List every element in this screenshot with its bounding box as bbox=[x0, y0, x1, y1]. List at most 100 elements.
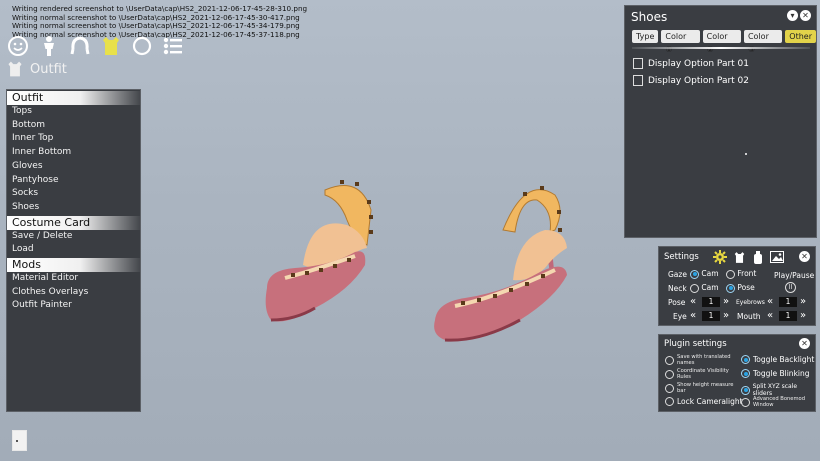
close-icon[interactable]: ✕ bbox=[799, 338, 810, 349]
toggle-radio[interactable] bbox=[665, 356, 674, 366]
eyebrows-prev-icon[interactable]: « bbox=[767, 297, 773, 307]
close-icon[interactable]: ✕ bbox=[799, 251, 810, 262]
hair-icon[interactable] bbox=[68, 34, 91, 57]
neck-label: Neck bbox=[668, 284, 687, 293]
tab-other[interactable]: Other bbox=[785, 30, 816, 43]
plugin-settings-panel: Plugin settings ✕ Save with translated n… bbox=[658, 334, 816, 412]
collapse-icon[interactable]: ▾ bbox=[787, 10, 798, 21]
gaze-cam-label: Cam bbox=[701, 269, 719, 278]
accessory-bottle-icon[interactable] bbox=[753, 251, 763, 266]
menu-item-tops[interactable]: Tops bbox=[7, 105, 140, 119]
neck-pose-radio[interactable]: Pose bbox=[726, 283, 755, 293]
option-advanced-bonemod[interactable]: Advanced Bonemod Window bbox=[741, 396, 811, 408]
pose-prev-icon[interactable]: « bbox=[690, 297, 696, 307]
list-icon[interactable] bbox=[161, 34, 184, 57]
plugin-settings-title: Plugin settings bbox=[664, 339, 727, 349]
gaze-cam-radio[interactable]: Cam bbox=[690, 269, 719, 279]
checkbox[interactable] bbox=[633, 75, 643, 86]
section-header-mods: Mods bbox=[7, 258, 140, 273]
image-icon[interactable] bbox=[770, 251, 784, 265]
eye-prev-icon[interactable]: « bbox=[690, 311, 696, 321]
option-height-bar[interactable]: Show height measure bar bbox=[665, 382, 735, 394]
option-label: Toggle Blinking bbox=[753, 369, 810, 378]
menu-item-socks[interactable]: Socks bbox=[7, 187, 140, 201]
eye-next-icon[interactable]: » bbox=[723, 311, 729, 321]
outfit-header: Outfit bbox=[6, 60, 67, 78]
exit-door-icon[interactable] bbox=[12, 430, 27, 451]
clothes-icon[interactable] bbox=[733, 251, 746, 266]
checkbox[interactable] bbox=[633, 58, 643, 69]
option-part-01[interactable]: Display Option Part 01 bbox=[633, 58, 749, 69]
tab-color-2[interactable]: Color ② bbox=[702, 30, 741, 54]
shoes-tabs: Type Color ① Color ② Color ③ Other bbox=[632, 30, 816, 54]
face-icon[interactable] bbox=[6, 34, 29, 57]
menu-item-inner-top[interactable]: Inner Top bbox=[7, 132, 140, 146]
option-coordinate-visibility[interactable]: Coordinate Visibility Rules bbox=[665, 368, 735, 380]
right-shoe bbox=[434, 186, 567, 342]
close-icon[interactable]: ✕ bbox=[800, 10, 811, 21]
option-label: Display Option Part 01 bbox=[648, 58, 750, 69]
gaze-front-radio[interactable]: Front bbox=[726, 269, 756, 279]
shoes-panel-title: Shoes bbox=[631, 10, 668, 24]
toggle-radio[interactable] bbox=[665, 370, 674, 380]
outfit-category-panel: Outfit Tops Bottom Inner Top Inner Botto… bbox=[6, 89, 141, 412]
eye-value[interactable]: 1 bbox=[702, 311, 720, 321]
menu-item-load[interactable]: Load bbox=[7, 243, 140, 257]
section-header-outfit: Outfit bbox=[7, 91, 140, 105]
mouth-prev-icon[interactable]: « bbox=[767, 311, 773, 321]
neck-cam-label: Cam bbox=[701, 283, 719, 292]
menu-item-outfit-painter[interactable]: Outfit Painter bbox=[7, 299, 140, 313]
pose-value[interactable]: 1 bbox=[702, 297, 720, 307]
option-label: Advanced Bonemod Window bbox=[753, 396, 806, 408]
eyebrows-next-icon[interactable]: » bbox=[800, 297, 806, 307]
mouth-value[interactable]: 1 bbox=[779, 311, 797, 321]
option-save-translated[interactable]: Save with translated names bbox=[665, 354, 735, 366]
option-label: Show height measure bar bbox=[677, 382, 734, 394]
body-icon[interactable] bbox=[37, 34, 60, 57]
option-part-02[interactable]: Display Option Part 02 bbox=[633, 75, 749, 86]
neck-pose-label: Pose bbox=[737, 283, 755, 292]
pause-icon[interactable]: ll bbox=[785, 282, 796, 293]
menu-item-bottom[interactable]: Bottom bbox=[7, 119, 140, 133]
toggle-radio[interactable] bbox=[665, 384, 674, 394]
toggle-radio[interactable] bbox=[741, 398, 750, 408]
eyebrows-value[interactable]: 1 bbox=[779, 297, 797, 307]
option-lock-cameralight[interactable]: Lock Cameralight bbox=[665, 397, 743, 406]
accessory-icon[interactable] bbox=[130, 34, 153, 57]
option-label: Save with translated names bbox=[677, 354, 731, 366]
option-label: Lock Cameralight bbox=[677, 397, 743, 406]
option-label: Coordinate Visibility Rules bbox=[677, 368, 729, 380]
option-toggle-backlight[interactable]: Toggle Backlight bbox=[741, 355, 814, 364]
shoes-3d-model[interactable] bbox=[255, 170, 595, 350]
pose-next-icon[interactable]: » bbox=[723, 297, 729, 307]
menu-item-save-delete[interactable]: Save / Delete bbox=[7, 230, 140, 244]
shirt-icon bbox=[8, 61, 22, 77]
category-toolbar bbox=[6, 34, 184, 57]
neck-cam-radio[interactable]: Cam bbox=[690, 283, 719, 293]
toggle-radio[interactable] bbox=[741, 385, 750, 395]
gear-icon[interactable] bbox=[713, 250, 727, 266]
option-split-xyz[interactable]: Split XYZ scale sliders bbox=[741, 383, 815, 397]
toggle-radio[interactable] bbox=[741, 369, 750, 378]
option-toggle-blinking[interactable]: Toggle Blinking bbox=[741, 369, 810, 378]
option-label: Split XYZ scale sliders bbox=[752, 383, 798, 397]
eye-label: Eye bbox=[673, 312, 687, 321]
mouth-next-icon[interactable]: » bbox=[800, 311, 806, 321]
left-shoe bbox=[265, 180, 373, 322]
gaze-front-label: Front bbox=[737, 269, 757, 278]
toggle-radio[interactable] bbox=[665, 397, 674, 406]
menu-item-shoes[interactable]: Shoes bbox=[7, 201, 140, 215]
stray-dot bbox=[745, 153, 747, 155]
menu-item-gloves[interactable]: Gloves bbox=[7, 160, 140, 174]
tab-color-1[interactable]: Color ① bbox=[661, 30, 700, 54]
menu-item-material-editor[interactable]: Material Editor bbox=[7, 272, 140, 286]
menu-item-pantyhose[interactable]: Pantyhose bbox=[7, 174, 140, 188]
tab-color-3[interactable]: Color ③ bbox=[743, 30, 783, 54]
outfit-icon[interactable] bbox=[99, 34, 122, 57]
toggle-radio[interactable] bbox=[741, 355, 750, 364]
settings-title: Settings bbox=[664, 252, 699, 262]
menu-item-inner-bottom[interactable]: Inner Bottom bbox=[7, 146, 140, 160]
mouth-label: Mouth bbox=[737, 312, 761, 321]
tab-type[interactable]: Type bbox=[632, 30, 659, 43]
menu-item-clothes-overlays[interactable]: Clothes Overlays bbox=[7, 286, 140, 300]
